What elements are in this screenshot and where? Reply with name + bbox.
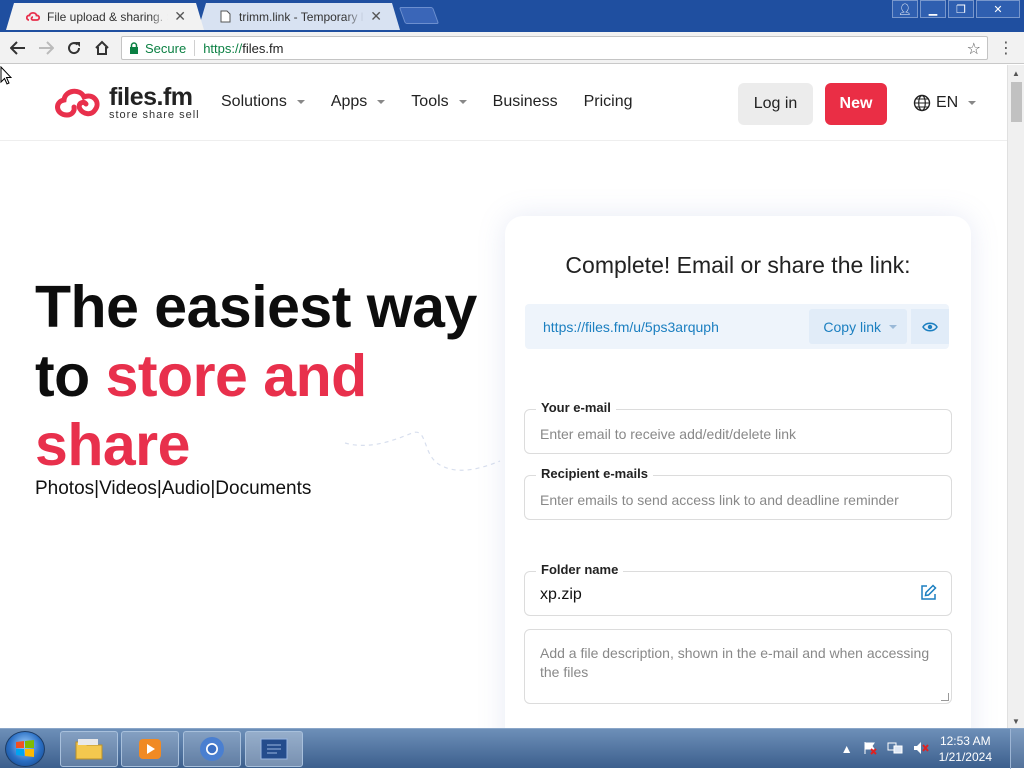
share-card-title: Complete! Email or share the link: bbox=[565, 252, 911, 278]
share-link-bar: https://files.fm/u/5ps3arquph Copy link bbox=[525, 304, 949, 349]
recipient-emails-placeholder: Enter emails to send access link to and … bbox=[540, 492, 899, 508]
tab-title: File upload & sharing. Se bbox=[47, 9, 169, 24]
nav-apps[interactable]: Apps bbox=[331, 93, 386, 111]
close-window-button[interactable]: ✕ bbox=[976, 0, 1020, 18]
tab-trimm-link[interactable]: trimm.link - Temporary l ✕ bbox=[198, 3, 400, 30]
taskbar-app[interactable] bbox=[245, 731, 303, 767]
minimize-button[interactable]: ▁ bbox=[920, 0, 946, 18]
page-icon bbox=[218, 10, 232, 24]
login-button[interactable]: Log in bbox=[738, 83, 813, 125]
preview-eye-icon[interactable] bbox=[911, 309, 949, 344]
copy-link-button[interactable]: Copy link bbox=[809, 309, 907, 344]
clock-time: 12:53 AM bbox=[939, 734, 991, 748]
scrollbar-thumb[interactable] bbox=[1011, 82, 1022, 122]
forward-arrow-icon[interactable] bbox=[32, 34, 60, 62]
recipient-emails-field[interactable]: Recipient e-mails Enter emails to send a… bbox=[524, 466, 952, 520]
windows-logo-icon bbox=[16, 740, 34, 757]
caret-down-icon bbox=[968, 101, 977, 105]
address-bar[interactable]: Secure https://files.fm ☆ bbox=[121, 36, 988, 60]
show-desktop-button[interactable] bbox=[1010, 729, 1024, 769]
taskbar-media-player[interactable] bbox=[121, 731, 179, 767]
folder-name-field[interactable]: Folder name xp.zip bbox=[524, 562, 952, 616]
main-nav: Solutions Apps Tools Business Pricing bbox=[221, 93, 658, 111]
window-controls: 👤︎ ▁ ❐ ✕ bbox=[892, 0, 1020, 18]
url-text: https://files.fm bbox=[203, 40, 284, 56]
scroll-down-arrow-icon[interactable]: ▼ bbox=[1012, 717, 1020, 726]
start-button[interactable] bbox=[5, 731, 45, 767]
web-page: files.fm store share sell Solutions Apps… bbox=[0, 65, 1007, 728]
folder-name-value: xp.zip bbox=[540, 586, 582, 603]
scroll-up-arrow-icon[interactable]: ▲ bbox=[1012, 69, 1020, 78]
caret-down-icon bbox=[296, 100, 305, 104]
edit-pencil-icon[interactable] bbox=[920, 584, 937, 606]
mouse-cursor-icon bbox=[0, 66, 12, 85]
tab-close-icon[interactable]: ✕ bbox=[370, 8, 382, 25]
tab-title: trimm.link - Temporary l bbox=[239, 9, 364, 24]
page-scrollbar[interactable]: ▲ ▼ bbox=[1007, 65, 1024, 728]
site-header: files.fm store share sell Solutions Apps… bbox=[0, 65, 1007, 141]
decorative-dashed-curve bbox=[344, 431, 501, 471]
nav-solutions[interactable]: Solutions bbox=[221, 93, 305, 111]
tab-files-fm[interactable]: File upload & sharing. Se ✕ bbox=[6, 3, 204, 30]
language-code: EN bbox=[936, 94, 959, 111]
show-hidden-icons-icon[interactable]: ▲ bbox=[841, 742, 853, 756]
volume-muted-icon[interactable] bbox=[913, 741, 929, 758]
nav-tools[interactable]: Tools bbox=[411, 93, 467, 111]
cloud-logo-icon bbox=[55, 88, 100, 118]
hero-subtitle: Photos|Videos|Audio|Documents bbox=[35, 478, 312, 499]
bookmark-star-icon[interactable]: ☆ bbox=[967, 39, 981, 59]
caret-down-icon bbox=[458, 100, 467, 104]
globe-icon bbox=[913, 94, 931, 112]
profile-icon[interactable]: 👤︎ bbox=[892, 0, 918, 18]
secure-indicator[interactable]: Secure bbox=[122, 40, 196, 56]
logo-name: files.fm bbox=[109, 83, 193, 111]
new-button[interactable]: New bbox=[825, 83, 887, 125]
nav-pricing[interactable]: Pricing bbox=[584, 93, 633, 111]
taskbar-explorer[interactable] bbox=[60, 731, 118, 767]
description-placeholder: Add a file description, shown in the e-m… bbox=[540, 645, 930, 680]
clock-date: 1/21/2024 bbox=[938, 750, 992, 764]
browser-toolbar: Secure https://files.fm ☆ ⋮ bbox=[0, 32, 1024, 64]
browser-tab-strip: File upload & sharing. Se ✕ trimm.link -… bbox=[0, 0, 1024, 32]
windows-taskbar: ▲ 12:53 AM 1/21/2024 bbox=[0, 728, 1024, 769]
back-arrow-icon[interactable] bbox=[4, 34, 32, 62]
site-logo[interactable]: files.fm store share sell bbox=[53, 85, 200, 121]
nav-business[interactable]: Business bbox=[493, 93, 558, 111]
language-selector[interactable]: EN bbox=[913, 94, 977, 112]
your-email-placeholder: Enter email to receive add/edit/delete l… bbox=[540, 426, 797, 442]
logo-tagline: store share sell bbox=[109, 109, 200, 121]
your-email-label: Your e-mail bbox=[536, 400, 616, 415]
new-tab-button[interactable] bbox=[398, 7, 440, 24]
restore-button[interactable]: ❐ bbox=[948, 0, 974, 18]
files-fm-favicon bbox=[26, 10, 40, 24]
system-clock[interactable]: 12:53 AM 1/21/2024 bbox=[939, 733, 992, 765]
resize-handle-icon[interactable] bbox=[941, 693, 949, 701]
reload-icon[interactable] bbox=[60, 34, 88, 62]
browser-menu-icon[interactable]: ⋮ bbox=[998, 38, 1014, 58]
folder-name-label: Folder name bbox=[536, 562, 624, 577]
secure-label: Secure bbox=[145, 40, 187, 56]
recipient-emails-label: Recipient e-mails bbox=[536, 466, 653, 481]
caret-down-icon bbox=[889, 324, 897, 329]
folder-icon bbox=[75, 739, 103, 760]
system-tray: ▲ 12:53 AM 1/21/2024 bbox=[841, 729, 1024, 769]
caret-down-icon bbox=[377, 100, 386, 104]
share-link[interactable]: https://files.fm/u/5ps3arquph bbox=[525, 319, 809, 335]
lock-icon bbox=[130, 42, 138, 54]
taskbar-chrome[interactable] bbox=[183, 731, 241, 767]
your-email-field[interactable]: Your e-mail Enter email to receive add/e… bbox=[524, 400, 952, 454]
network-icon[interactable] bbox=[887, 741, 903, 758]
chrome-icon bbox=[200, 737, 224, 761]
app-window-icon bbox=[260, 738, 288, 760]
share-link-card: Complete! Email or share the link: https… bbox=[505, 216, 971, 728]
tab-close-icon[interactable]: ✕ bbox=[174, 8, 186, 25]
action-center-icon[interactable] bbox=[863, 741, 877, 758]
media-player-icon bbox=[139, 739, 161, 759]
file-description-textarea[interactable]: Add a file description, shown in the e-m… bbox=[524, 629, 952, 704]
home-icon[interactable] bbox=[88, 34, 116, 62]
